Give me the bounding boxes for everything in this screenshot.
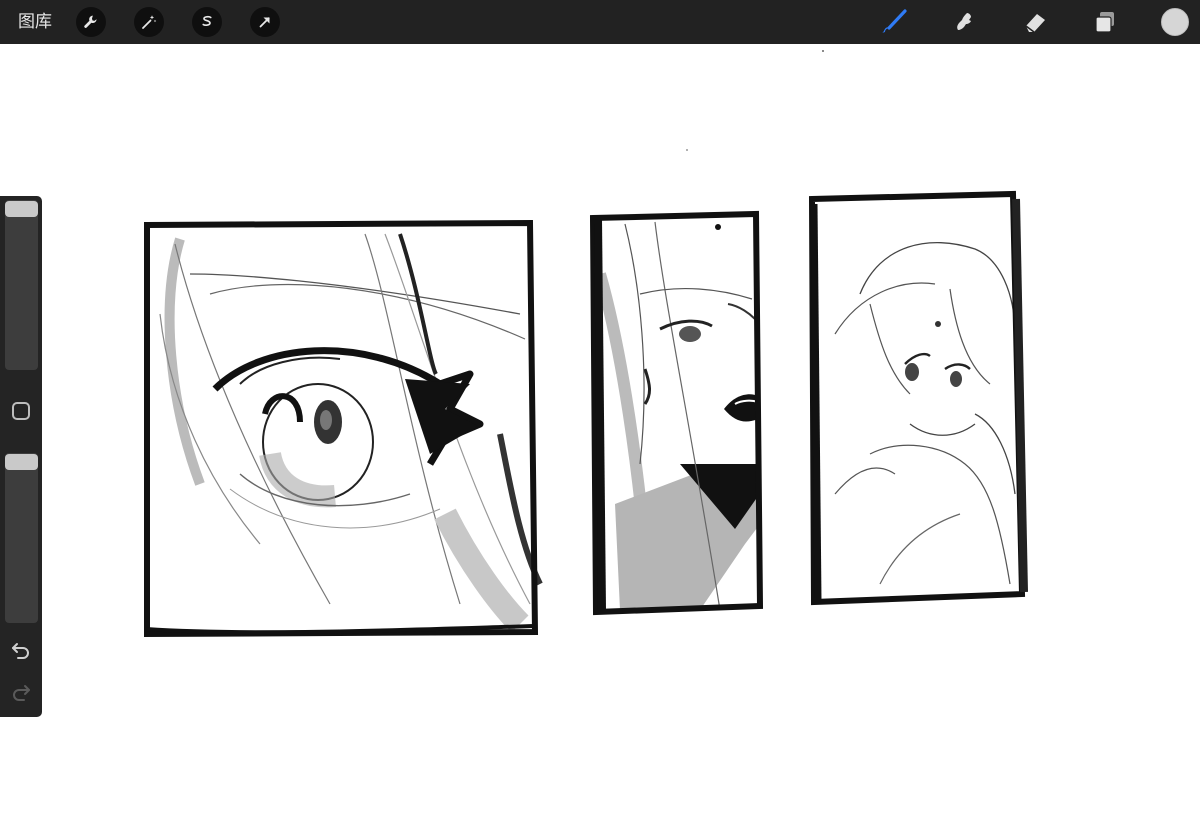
- eraser-icon: [1025, 14, 1045, 33]
- brush-button[interactable]: [879, 7, 909, 37]
- artwork: [144, 50, 1028, 638]
- selection-icon: [202, 15, 212, 27]
- hand-on-cheek-panel: [808, 190, 1028, 606]
- smudge-icon: [957, 13, 971, 30]
- brush-icon: [882, 9, 907, 33]
- layers-button[interactable]: [1090, 7, 1120, 37]
- adjustments-button[interactable]: [134, 7, 164, 37]
- smiling-face-panel: [589, 210, 764, 616]
- smudge-button[interactable]: [949, 7, 979, 37]
- layers-icon: [1095, 12, 1114, 33]
- drawing-canvas[interactable]: [0, 44, 1200, 838]
- eraser-button[interactable]: [1020, 7, 1050, 37]
- transform-button[interactable]: [250, 7, 280, 37]
- magic-wand-icon: [142, 15, 157, 29]
- wrench-icon: [84, 15, 97, 28]
- actions-button[interactable]: [76, 7, 106, 37]
- transform-arrow-icon: [259, 17, 270, 28]
- top-toolbar: 图库: [0, 0, 1200, 44]
- eye-close-up-panel: [144, 219, 543, 638]
- color-picker-button[interactable]: [1161, 8, 1189, 36]
- selection-button[interactable]: [192, 7, 222, 37]
- gallery-button[interactable]: 图库: [18, 10, 52, 34]
